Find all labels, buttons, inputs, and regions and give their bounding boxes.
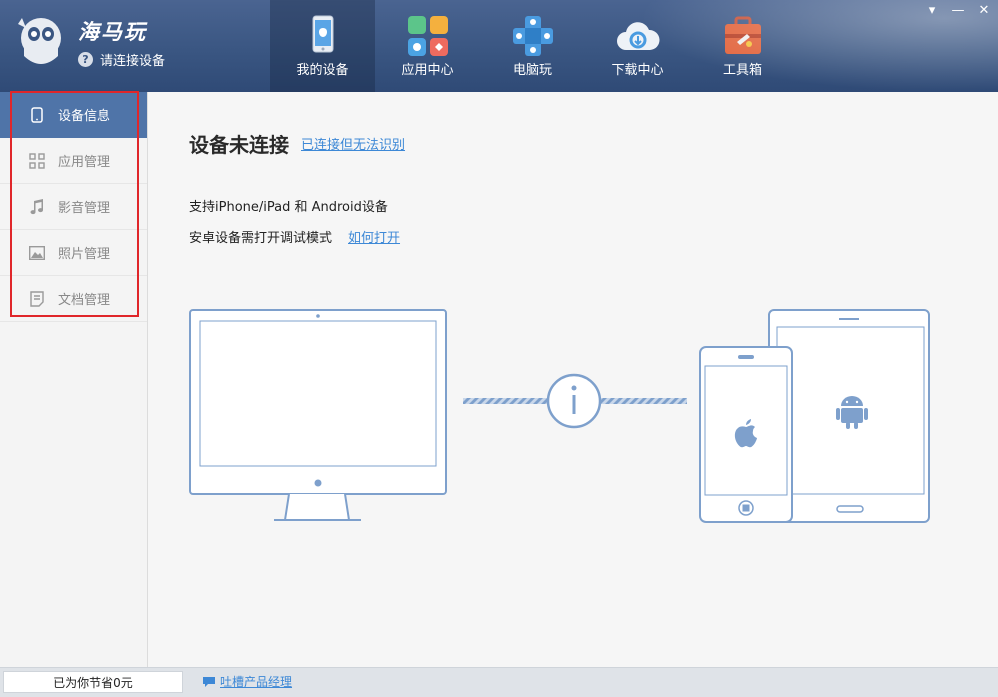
document-icon: [28, 290, 46, 308]
menu-dropdown-icon[interactable]: ▾: [924, 2, 940, 18]
phone-device-icon: [699, 346, 793, 523]
connect-device-hint[interactable]: ? 请连接设备: [78, 50, 165, 69]
cloud-download-icon: [616, 22, 660, 50]
tab-toolbox[interactable]: 工具箱: [690, 0, 795, 92]
tab-label: 电脑玩: [512, 63, 552, 78]
phone-outline-icon: [28, 106, 46, 124]
phone-icon: [312, 15, 333, 53]
monitor-icon: [189, 309, 447, 521]
help-icon: ?: [78, 52, 93, 67]
savings-badge: 已为你节省0元: [3, 671, 183, 693]
app-center-icon: [407, 16, 448, 56]
tab-label: 应用中心: [401, 63, 454, 78]
connection-illustration: [189, 309, 930, 523]
sidebar-item-doc-manage[interactable]: 文档管理: [0, 276, 147, 322]
tab-app-center[interactable]: 应用中心: [375, 0, 480, 92]
tab-download-center[interactable]: 下载中心: [585, 0, 690, 92]
main-nav-tabs: 我的设备 应用中心 电脑玩 下载中心 工具箱: [270, 0, 795, 92]
speech-bubble-icon: [203, 676, 215, 687]
sidebar-item-label: 照片管理: [58, 247, 111, 262]
sidebar-item-label: 影音管理: [58, 201, 111, 216]
tab-label: 下载中心: [611, 63, 664, 78]
sidebar-item-app-manage[interactable]: 应用管理: [0, 138, 147, 184]
sidebar-item-label: 文档管理: [58, 293, 111, 308]
sidebar-item-device-info[interactable]: 设备信息: [0, 92, 147, 138]
sidebar-item-media-manage[interactable]: 影音管理: [0, 184, 147, 230]
photo-icon: [28, 244, 46, 262]
tab-pc-play[interactable]: 电脑玩: [480, 0, 585, 92]
connect-hint-label: 请连接设备: [100, 54, 166, 69]
sidebar-item-label: 应用管理: [58, 155, 111, 170]
tab-label: 工具箱: [722, 63, 762, 78]
sidebar: 设备信息 应用管理 影音管理 照片管理 文档管理: [0, 92, 148, 667]
gamepad-icon: [512, 16, 553, 56]
music-note-icon: [28, 198, 46, 216]
minimize-button[interactable]: —: [950, 2, 966, 18]
tab-label: 我的设备: [296, 63, 349, 78]
grid-icon: [28, 152, 46, 170]
sidebar-item-label: 设备信息: [58, 109, 111, 124]
status-bar: 已为你节省0元 吐槽产品经理: [0, 667, 998, 697]
feedback-label: 吐槽产品经理: [220, 675, 293, 689]
title-bar: 海马玩 ? 请连接设备 我的设备 应用中心 电脑玩 下载中心 工具箱 ▾ — ✕: [0, 0, 998, 92]
brand-name: 海马玩: [78, 20, 147, 44]
tab-my-device[interactable]: 我的设备: [270, 0, 375, 92]
info-icon: [546, 373, 602, 429]
sidebar-item-photo-manage[interactable]: 照片管理: [0, 230, 147, 276]
main-panel: 设备未连接 已连接但无法识别 支持iPhone/iPad 和 Android设备…: [149, 92, 998, 667]
feedback-link[interactable]: 吐槽产品经理: [202, 673, 292, 690]
window-controls: ▾ — ✕: [924, 2, 992, 18]
hippo-logo-icon: [18, 18, 61, 64]
toolbox-icon: [724, 16, 761, 54]
close-button[interactable]: ✕: [976, 2, 992, 18]
